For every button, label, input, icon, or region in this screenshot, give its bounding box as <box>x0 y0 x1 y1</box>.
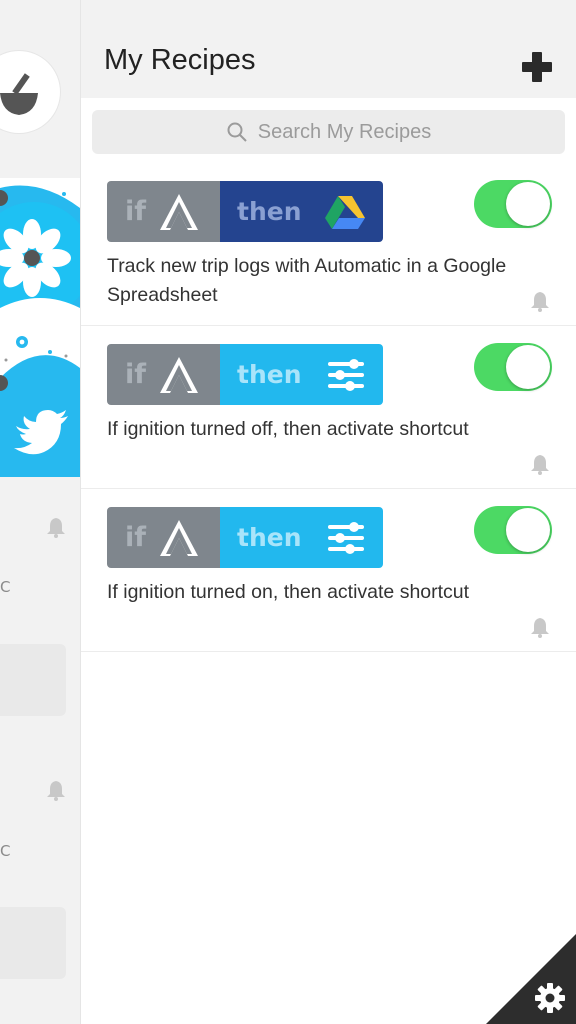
recipe-toggle[interactable] <box>474 506 552 554</box>
if-label: if <box>125 522 147 553</box>
toggle-knob <box>506 182 550 226</box>
toggle-knob <box>506 508 550 552</box>
google-drive-icon <box>324 195 365 229</box>
banner-art <box>0 178 80 455</box>
recipe-item[interactable]: if then If ignition turned on, then acti… <box>81 488 576 652</box>
search-input[interactable]: Search My Recipes <box>92 110 565 154</box>
search-placeholder: Search My Recipes <box>257 120 432 143</box>
trigger-section: if <box>107 181 220 242</box>
header: My Recipes <box>81 0 576 98</box>
if-label: if <box>125 359 147 390</box>
then-label: then <box>237 197 302 226</box>
toggle-knob <box>506 345 550 389</box>
twitter-bird-icon <box>14 410 68 455</box>
action-section: then <box>220 507 383 568</box>
recipe-banner-image[interactable] <box>0 178 80 477</box>
bell-icon[interactable] <box>46 779 66 801</box>
trigger-section: if <box>107 507 220 568</box>
truncated-text: C <box>0 578 11 596</box>
truncated-card <box>0 907 66 979</box>
bell-icon[interactable] <box>530 616 550 638</box>
recipe-pill[interactable]: if then <box>107 344 383 405</box>
action-section: then <box>220 344 383 405</box>
do-button-sliders-icon <box>327 358 364 391</box>
gear-icon[interactable] <box>533 981 567 1015</box>
automatic-logo-icon <box>160 356 199 393</box>
recipe-item[interactable]: if then Track new trip logs with Automat… <box>81 162 576 326</box>
if-label: if <box>125 196 147 227</box>
automatic-logo-icon <box>160 193 199 230</box>
mortar-pestle-icon <box>0 73 38 115</box>
search-icon <box>227 122 247 142</box>
mortar-pestle-avatar[interactable] <box>0 51 60 133</box>
bell-icon[interactable] <box>530 290 550 312</box>
automatic-logo-icon <box>160 519 199 556</box>
bell-icon[interactable] <box>46 516 66 538</box>
my-recipes-panel: My Recipes Search My Recipes if then Tra… <box>80 0 576 1024</box>
bell-icon[interactable] <box>530 453 550 475</box>
action-section: then <box>220 181 383 242</box>
recipe-description: If ignition turned off, then activate sh… <box>107 418 469 440</box>
then-label: then <box>237 523 302 552</box>
recipe-pill[interactable]: if then <box>107 181 383 242</box>
then-label: then <box>237 360 302 389</box>
plus-icon[interactable] <box>520 50 554 84</box>
trigger-section: if <box>107 344 220 405</box>
truncated-text: C <box>0 842 11 860</box>
recipe-description: If ignition turned on, then activate sho… <box>107 581 470 603</box>
background-screen: C C <box>0 0 80 1024</box>
recipe-item[interactable]: if then If ignition turned off, then act… <box>81 325 576 489</box>
recipe-pill[interactable]: if then <box>107 507 383 568</box>
do-button-sliders-icon <box>327 521 364 554</box>
page-title: My Recipes <box>104 44 256 76</box>
recipe-description: Track new trip logs with Automatic in a … <box>107 255 507 306</box>
recipe-toggle[interactable] <box>474 180 552 228</box>
truncated-card <box>0 644 66 716</box>
recipe-toggle[interactable] <box>474 343 552 391</box>
